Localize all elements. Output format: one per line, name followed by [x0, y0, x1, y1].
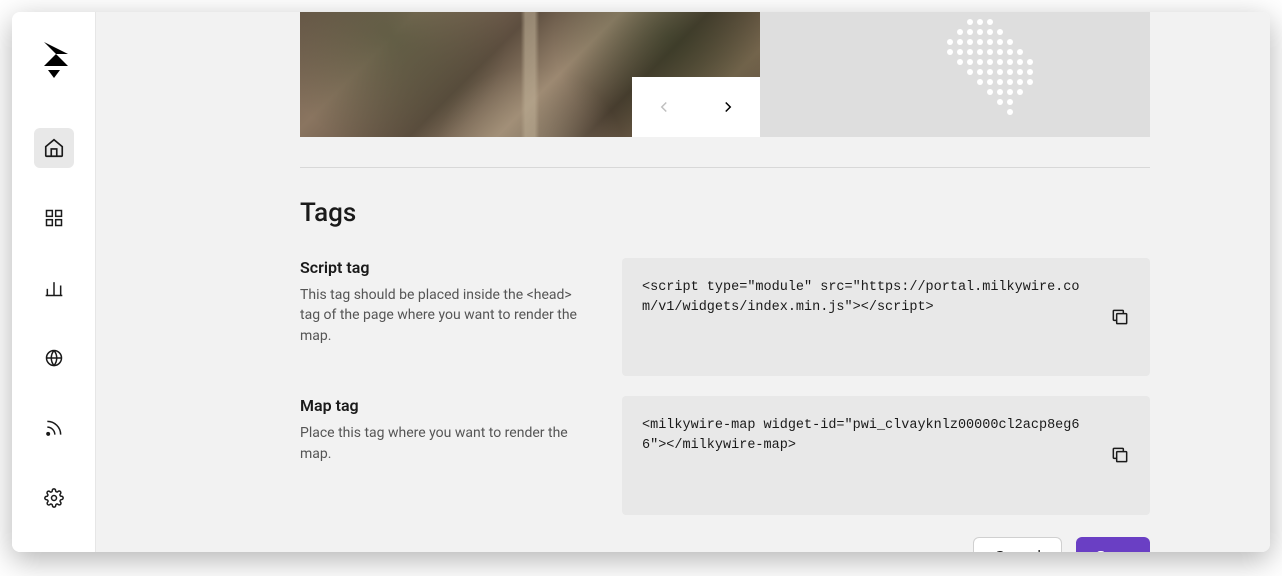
section-title: Tags — [300, 198, 1150, 228]
script-tag-label: Script tag — [300, 258, 590, 277]
dot-map-icon — [770, 12, 1070, 137]
sidebar-item-globe[interactable] — [34, 338, 74, 378]
script-tag-help: This tag should be placed inside the <he… — [300, 285, 590, 346]
rss-icon — [44, 418, 64, 438]
home-icon — [43, 137, 65, 159]
sidebar-item-analytics[interactable] — [34, 268, 74, 308]
script-tag-code-text: <script type="module" src="https://porta… — [642, 280, 1079, 315]
apps-icon — [44, 208, 64, 228]
copy-script-button[interactable] — [1108, 305, 1132, 329]
sidebar-item-rss[interactable] — [34, 408, 74, 448]
hero-image — [300, 12, 760, 137]
copy-icon — [1110, 307, 1130, 327]
chevron-left-icon — [655, 98, 673, 116]
carousel-controls — [632, 77, 760, 137]
hero-row — [300, 12, 1150, 137]
gear-icon — [44, 488, 64, 508]
sidebar-item-settings[interactable] — [34, 478, 74, 518]
map-tag-help: Place this tag where you want to render … — [300, 423, 590, 464]
sidebar-item-home[interactable] — [34, 128, 74, 168]
main-content: Tags Script tag This tag should be place… — [96, 12, 1270, 552]
globe-icon — [44, 348, 64, 368]
script-tag-row: Script tag This tag should be placed ins… — [300, 258, 1150, 376]
chevron-right-icon — [719, 98, 737, 116]
sidebar — [12, 12, 96, 552]
sidebar-item-apps[interactable] — [34, 198, 74, 238]
bar-chart-icon — [44, 278, 64, 298]
logo — [38, 40, 70, 80]
cancel-button[interactable]: Cancel — [973, 537, 1062, 553]
map-tag-row: Map tag Place this tag where you want to… — [300, 396, 1150, 514]
save-button[interactable]: Save — [1076, 537, 1150, 553]
hero-map-preview — [760, 12, 1150, 137]
map-tag-code: <milkywire-map widget-id="pwi_clvayknlz0… — [622, 396, 1150, 514]
app-container: Tags Script tag This tag should be place… — [12, 12, 1270, 552]
copy-icon — [1110, 445, 1130, 465]
map-tag-code-text: <milkywire-map widget-id="pwi_clvayknlz0… — [642, 418, 1079, 453]
map-tag-label: Map tag — [300, 396, 590, 415]
script-tag-code: <script type="module" src="https://porta… — [622, 258, 1150, 376]
copy-map-button[interactable] — [1108, 443, 1132, 467]
carousel-next-button[interactable] — [696, 77, 760, 137]
map-tag-desc: Map tag Place this tag where you want to… — [300, 396, 590, 514]
tags-section: Tags Script tag This tag should be place… — [300, 167, 1150, 515]
form-actions: Cancel Save — [300, 537, 1150, 553]
carousel-prev-button[interactable] — [632, 77, 696, 137]
script-tag-desc: Script tag This tag should be placed ins… — [300, 258, 590, 376]
